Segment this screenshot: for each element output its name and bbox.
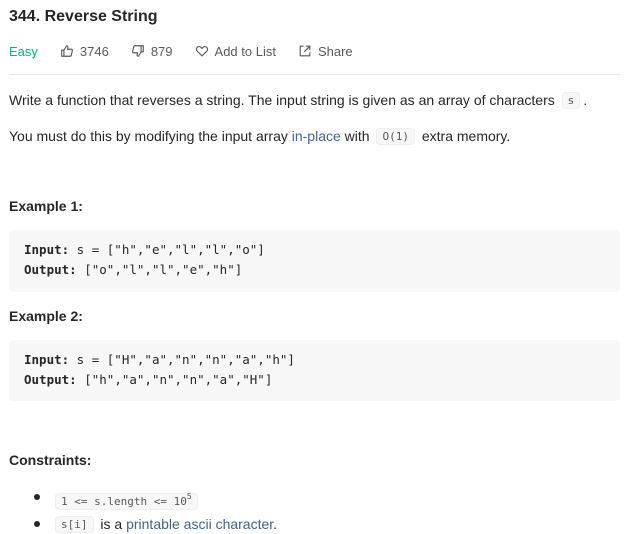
example-1-codeblock: Input: s = ["h","e","l","l","o"] Output:…	[9, 230, 620, 292]
share-icon	[299, 45, 311, 57]
constraint-item: 1 <= s.length <= 105	[9, 486, 277, 513]
inline-code-s: s	[561, 92, 581, 109]
difficulty-badge: Easy	[9, 43, 38, 59]
example-1-heading: Example 1:	[9, 198, 83, 214]
constraint-length-code: 1 <= s.length <= 105	[55, 492, 198, 510]
example-2-input-value: s = ["H","a","n","n","a","h"]	[69, 352, 295, 367]
thumbs-up-icon	[61, 45, 73, 57]
example-2-output-label: Output:	[24, 372, 77, 387]
description-paragraph-2: You must do this by modifying the input …	[9, 128, 511, 145]
problem-title: 344. Reverse String	[9, 8, 158, 25]
thumbs-down-icon	[131, 45, 144, 57]
header-divider	[9, 74, 620, 75]
printable-ascii-link[interactable]: printable ascii character	[126, 516, 273, 532]
add-to-list-label: Add to List	[214, 43, 276, 59]
constraint-si-code: s[i]	[55, 516, 94, 533]
share-button[interactable]: Share	[298, 44, 353, 59]
example-1-output-value: ["o","l","l","e","h"]	[76, 262, 243, 277]
like-count: 3746	[79, 43, 109, 59]
like-button[interactable]: 3746	[60, 44, 109, 59]
constraint-item: s[i] is a printable ascii character.	[9, 513, 277, 534]
example-1-output-label: Output:	[24, 262, 77, 277]
share-label: Share	[317, 43, 353, 59]
example-2-heading: Example 2:	[9, 308, 83, 324]
in-place-link[interactable]: in-place	[292, 128, 341, 144]
example-2-codeblock: Input: s = ["H","a","n","n","a","h"] Out…	[9, 340, 620, 401]
add-to-list-button[interactable]: Add to List	[195, 44, 276, 59]
inline-code-o1: O(1)	[376, 128, 415, 145]
heart-icon	[195, 46, 208, 57]
description-paragraph-1: Write a function that reverses a string.…	[9, 92, 588, 109]
problem-meta-bar: Easy 3746 879 Add to List Share	[9, 42, 353, 60]
example-1-input-label: Input:	[24, 242, 70, 257]
example-2-output-value: ["h","a","n","n","a","H"]	[76, 372, 273, 387]
dislike-button[interactable]: 879	[131, 44, 173, 59]
example-1-input-value: s = ["h","e","l","l","o"]	[69, 242, 265, 257]
constraints-list: 1 <= s.length <= 105 s[i] is a printable…	[9, 486, 277, 534]
example-2-input-label: Input:	[24, 352, 70, 367]
dislike-count: 879	[150, 43, 173, 59]
constraints-heading: Constraints:	[9, 452, 92, 468]
